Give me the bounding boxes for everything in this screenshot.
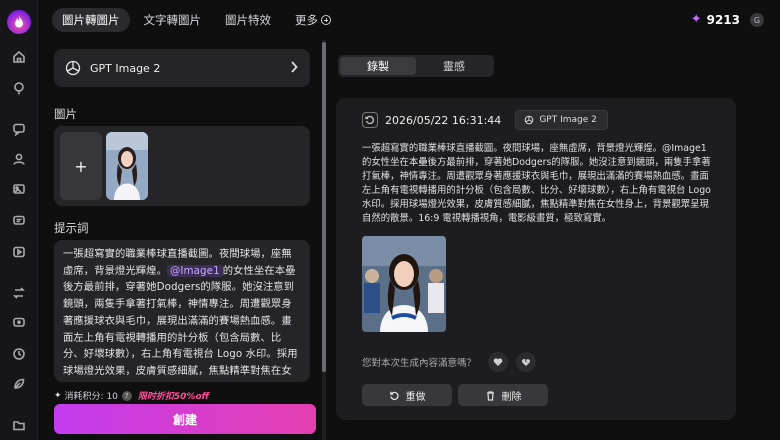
left-panel: GPT Image 2 圖片 + 提示詞 一張超寫實的職業棒球直播截圖。夜間球場…: [38, 40, 320, 440]
model-name: GPT Image 2: [90, 61, 161, 75]
folder-icon[interactable]: [10, 416, 28, 434]
result-card: 2026/05/22 16:31:44 GPT Image 2 一張超寫實的職業…: [336, 98, 736, 420]
retry-label: 重做: [405, 391, 426, 403]
feedback-row: 您對本次生成內容滿意嗎？: [362, 352, 537, 372]
icon-rail: [0, 0, 38, 440]
tab-record[interactable]: 錄製: [340, 57, 416, 75]
credits-counter[interactable]: ✦ 9213: [691, 12, 740, 27]
prompt-after: 的女性坐在本壘後方最前排，穿著她Dodgers的隊服。她沒注意到鏡頭，兩隻手拿著…: [63, 264, 298, 382]
delete-button[interactable]: 刪除: [458, 384, 548, 406]
generated-image[interactable]: [362, 236, 446, 332]
left-panel-scrollbar[interactable]: [322, 40, 326, 440]
app-logo-icon[interactable]: [7, 10, 31, 34]
images-label: 圖片: [54, 107, 77, 121]
cost-row: ✦ 消耗积分: 10 ? 限时折扣50%off: [54, 389, 209, 402]
tab-image-effects[interactable]: 圖片特效: [215, 8, 281, 32]
avatar[interactable]: G: [750, 13, 764, 27]
swap-icon[interactable]: [10, 284, 28, 302]
image-mention-chip[interactable]: @Image1: [166, 264, 223, 277]
top-nav: 圖片轉圖片 文字轉圖片 圖片特效 更多: [38, 0, 780, 40]
tab-image-to-image[interactable]: 圖片轉圖片: [52, 8, 130, 32]
create-button[interactable]: 創建: [54, 404, 316, 434]
feedback-question: 您對本次生成內容滿意嗎？: [362, 358, 477, 369]
openai-icon: [64, 59, 82, 77]
coin-icon: ✦: [54, 390, 62, 401]
result-meta: 2026/05/22 16:31:44 GPT Image 2: [362, 110, 608, 130]
bulb-icon[interactable]: [10, 79, 28, 97]
redo-icon: [389, 391, 399, 400]
cost-label: 消耗积分: 10: [64, 392, 118, 402]
heart-icon: [493, 358, 503, 366]
dislike-button[interactable]: [516, 352, 537, 372]
add-image-button[interactable]: +: [60, 132, 102, 200]
model-chip-label: GPT Image 2: [539, 115, 597, 125]
video-icon[interactable]: [10, 243, 28, 261]
trash-icon: [486, 390, 494, 401]
prompt-label: 提示詞: [54, 221, 89, 235]
message-icon[interactable]: [10, 212, 28, 230]
result-prompt-text: 一張超寫實的職業棒球直播截圖。夜間球場，座無虛席，背景燈光輝煌。@Image1 …: [362, 143, 711, 224]
tab-inspiration[interactable]: 靈感: [416, 57, 492, 75]
tab-label: 文字轉圖片: [143, 13, 202, 27]
broken-heart-icon: [522, 359, 530, 366]
user-icon[interactable]: [10, 150, 28, 168]
result-timestamp: 2026/05/22 16:31:44: [385, 113, 502, 127]
prompt-text: 一張超寫實的職業棒球直播截圖。夜間球場，座無虛席，背景燈光輝煌。 @Image1 的…: [63, 246, 301, 382]
leaf-icon[interactable]: [10, 375, 28, 393]
scrollbar-thumb[interactable]: [322, 42, 326, 372]
chat-alt-icon[interactable]: [10, 314, 28, 332]
clock-icon[interactable]: [10, 345, 28, 363]
plus-circle-icon: [321, 15, 331, 25]
prompt-textarea[interactable]: 一張超寫實的職業棒球直播截圖。夜間球場，座無虛席，背景燈光輝煌。 @Image1 的…: [54, 240, 310, 382]
uploaded-image-thumbnail[interactable]: [106, 132, 148, 200]
model-selector[interactable]: GPT Image 2: [54, 49, 310, 87]
add-symbol: +: [74, 156, 88, 176]
chat-icon[interactable]: [10, 120, 28, 138]
retry-button[interactable]: 重做: [362, 384, 452, 406]
result-model-chip: GPT Image 2: [515, 110, 608, 130]
history-icon[interactable]: [362, 112, 378, 128]
credits-value: 9213: [706, 12, 740, 27]
tab-label: 圖片特效: [225, 13, 271, 27]
like-button[interactable]: [488, 352, 509, 372]
home-icon[interactable]: [10, 48, 28, 66]
image-chat-icon[interactable]: [10, 181, 28, 199]
discount-label: 限时折扣50%off: [137, 392, 210, 402]
tab-more[interactable]: 更多: [285, 8, 341, 32]
sparkle-icon: ✦: [690, 12, 702, 27]
help-icon[interactable]: ?: [121, 390, 132, 401]
chevron-right-icon: [291, 61, 298, 73]
tab-text-to-image[interactable]: 文字轉圖片: [134, 8, 212, 32]
record-inspiration-toggle: 錄製 靈感: [338, 55, 494, 77]
delete-label: 刪除: [501, 391, 522, 403]
tab-label: 圖片轉圖片: [62, 13, 120, 27]
image-upload-area: +: [54, 126, 310, 206]
tab-label: 更多: [295, 13, 318, 27]
